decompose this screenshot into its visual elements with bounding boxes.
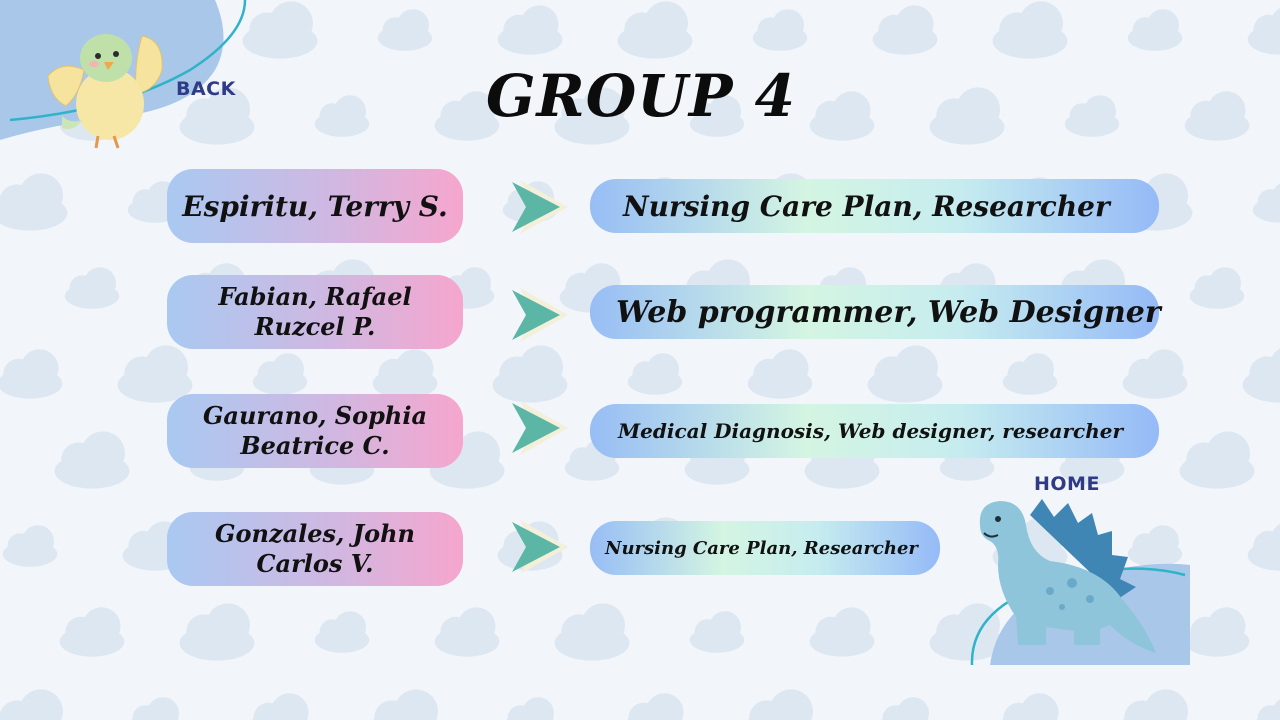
member-role-pill: Web programmer, Web Designer — [590, 285, 1161, 339]
chevron-arrow-icon — [512, 520, 568, 574]
member-role-pill: Nursing Care Plan, Researcher — [590, 179, 1159, 233]
member-name-pill: Espiritu, Terry S. — [167, 169, 463, 243]
chevron-arrow-icon — [512, 288, 568, 342]
page-title: GROUP 4 — [486, 62, 796, 130]
member-name-pill: Gonzales, John Carlos V. — [167, 512, 463, 586]
home-button[interactable]: HOME — [1034, 473, 1100, 495]
chevron-arrow-icon — [512, 401, 568, 455]
member-role-pill: Medical Diagnosis, Web designer, researc… — [590, 404, 1159, 458]
bird-illustration — [47, 34, 163, 149]
back-button[interactable]: BACK — [176, 78, 236, 100]
chevron-arrow-icon — [512, 180, 568, 234]
member-role-pill: Nursing Care Plan, Researcher — [590, 521, 940, 575]
dinosaur-illustration — [979, 499, 1156, 653]
member-name-pill: Gaurano, Sophia Beatrice C. — [167, 394, 463, 468]
member-name-pill: Fabian, Rafael Ruzcel P. — [167, 275, 463, 349]
